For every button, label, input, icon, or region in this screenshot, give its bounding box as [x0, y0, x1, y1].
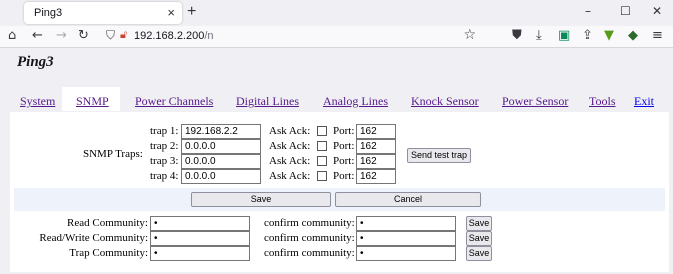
trap-port-input[interactable]: [356, 154, 396, 169]
reload-icon[interactable]: ↻: [78, 28, 89, 43]
trap-address-input[interactable]: [181, 154, 261, 169]
community-label: Trap Community:: [69, 247, 148, 259]
url-text[interactable]: 192.168.2.200/n: [134, 30, 214, 42]
new-tab-icon[interactable]: +: [187, 3, 196, 21]
insecure-lock-icon[interactable]: 🔓︎: [120, 28, 127, 42]
menu-power-channels[interactable]: Power Channels: [135, 94, 213, 109]
menu-knock-sensor[interactable]: Knock Sensor: [411, 94, 479, 109]
shield-icon[interactable]: ⛉: [106, 28, 115, 43]
community-input[interactable]: [150, 246, 250, 261]
home-icon[interactable]: ⌂: [8, 28, 16, 43]
menu-snmp[interactable]: SNMP: [76, 94, 109, 109]
trap-label: trap 1:: [150, 125, 179, 137]
trap-port-input[interactable]: [356, 169, 396, 184]
port-label: Port:: [333, 155, 355, 167]
extension-cube-icon[interactable]: ◆: [628, 28, 638, 43]
confirm-community-label: confirm community:: [264, 217, 355, 229]
community-input[interactable]: [150, 231, 250, 246]
trap-address-input[interactable]: [181, 139, 261, 154]
close-tab-icon[interactable]: ×: [167, 5, 175, 20]
confirm-community-input[interactable]: [356, 216, 456, 231]
tab-title: Ping3: [34, 7, 63, 19]
community-input[interactable]: [150, 216, 250, 231]
trap-label: trap 3:: [150, 155, 179, 167]
community-save-button[interactable]: Save: [466, 216, 492, 231]
main-menu: System SNMP Power Channels Digital Lines…: [0, 87, 673, 111]
ask-ack-checkbox[interactable]: [317, 141, 327, 151]
maximize-icon[interactable]: ☐: [620, 4, 631, 18]
ask-ack-label: Ask Ack:: [269, 125, 311, 137]
community-save-button[interactable]: Save: [466, 231, 492, 246]
ask-ack-label: Ask Ack:: [269, 140, 311, 152]
window-close-icon[interactable]: ✕: [652, 4, 662, 18]
confirm-community-input[interactable]: [356, 231, 456, 246]
trap-address-input[interactable]: [181, 124, 261, 139]
ask-ack-label: Ask Ack:: [269, 155, 311, 167]
community-save-button[interactable]: Save: [466, 246, 492, 261]
menu-tools[interactable]: Tools: [589, 94, 616, 109]
menu-analog-lines[interactable]: Analog Lines: [323, 94, 388, 109]
browser-tab[interactable]: Ping3 ×: [24, 2, 182, 24]
community-label: Read Community:: [67, 217, 148, 229]
trap-label: trap 2:: [150, 140, 179, 152]
bookmark-star-icon[interactable]: ☆: [463, 27, 476, 43]
app-logo: Ping3: [17, 54, 54, 70]
pocket-icon[interactable]: ⛊: [512, 28, 522, 43]
share-icon[interactable]: ⇪: [582, 28, 593, 43]
snmp-panel: SNMP Traps: trap 1: Ask Ack: Port: trap …: [10, 112, 669, 272]
url-host: 192.168.2.200: [134, 30, 205, 42]
cancel-button[interactable]: Cancel: [335, 192, 481, 207]
trap-address-input[interactable]: [181, 169, 261, 184]
ask-ack-checkbox[interactable]: [317, 171, 327, 181]
trap-port-input[interactable]: [356, 139, 396, 154]
community-label: Read/Write Community:: [39, 232, 148, 244]
navigation-toolbar: ⌂ ← → ↻ ⛉ 🔓︎ 192.168.2.200/n ☆ ⛊ ⤓ ▣ ⇪ ▼…: [0, 26, 673, 48]
save-button[interactable]: Save: [191, 192, 331, 207]
send-test-trap-button[interactable]: Send test trap: [407, 148, 471, 163]
ask-ack-checkbox[interactable]: [317, 126, 327, 136]
url-path: /n: [204, 30, 214, 42]
confirm-community-input[interactable]: [356, 246, 456, 261]
menu-system[interactable]: System: [20, 94, 55, 109]
ask-ack-checkbox[interactable]: [317, 156, 327, 166]
ask-ack-label: Ask Ack:: [269, 170, 311, 182]
downloads-icon[interactable]: ⤓: [536, 28, 542, 43]
browser-tab-strip: Ping3 × + – ☐ ✕: [0, 0, 673, 26]
save-page-icon[interactable]: ▣: [558, 28, 570, 43]
port-label: Port:: [333, 170, 355, 182]
snmp-traps-label: SNMP Traps:: [83, 148, 143, 160]
forward-icon[interactable]: →: [56, 28, 67, 43]
extension-download-icon[interactable]: ▼: [604, 28, 614, 43]
page-content: Ping3 System SNMP Power Channels Digital…: [0, 49, 673, 274]
minimize-icon[interactable]: –: [585, 4, 591, 18]
trap-port-input[interactable]: [356, 124, 396, 139]
back-icon[interactable]: ←: [32, 28, 43, 43]
menu-digital-lines[interactable]: Digital Lines: [236, 94, 299, 109]
confirm-community-label: confirm community:: [264, 247, 355, 259]
port-label: Port:: [333, 125, 355, 137]
menu-exit[interactable]: Exit: [634, 94, 654, 109]
url-bar[interactable]: ⛉ 🔓︎ 192.168.2.200/n ☆: [98, 26, 486, 47]
menu-power-sensor[interactable]: Power Sensor: [502, 94, 568, 109]
trap-label: trap 4:: [150, 170, 179, 182]
menu-hamburger-icon[interactable]: ≡: [652, 28, 663, 43]
confirm-community-label: confirm community:: [264, 232, 355, 244]
port-label: Port:: [333, 140, 355, 152]
